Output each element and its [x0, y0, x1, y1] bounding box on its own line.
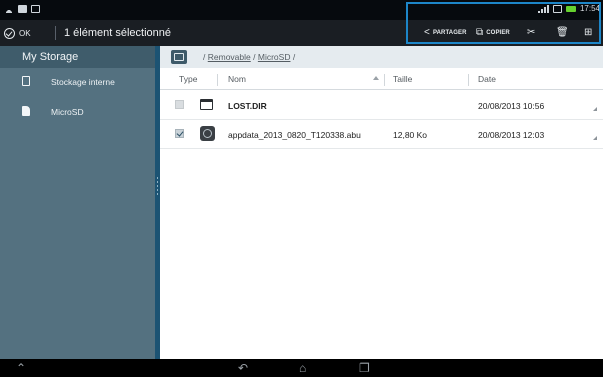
share-button[interactable]: < PARTAGER: [424, 27, 467, 38]
row-checkbox[interactable]: [175, 129, 184, 138]
contextual-actions: < PARTAGER ⧉ COPIER ✂ 🗑 ⊞: [406, 2, 601, 44]
copy-button[interactable]: ⧉ COPIER: [476, 27, 510, 38]
file-date: 20/08/2013 12:03: [478, 130, 545, 140]
action-bar-divider: [55, 26, 56, 40]
sdcard-icon: [22, 106, 30, 116]
breadcrumb-path: / Removable / MicroSD /: [203, 52, 295, 62]
row-menu-corner-icon[interactable]: [593, 136, 597, 140]
home-button[interactable]: ⌂: [299, 362, 306, 374]
table-row[interactable]: LOST.DIR 20/08/2013 10:56: [160, 91, 603, 119]
breadcrumb: / Removable / MicroSD /: [160, 46, 603, 68]
column-name[interactable]: Nom: [228, 74, 246, 84]
ok-label: OK: [19, 28, 31, 38]
path-sep: /: [203, 52, 206, 62]
copy-icon: ⧉: [476, 27, 484, 38]
sidebar: My Storage Stockage interne MicroSD: [0, 46, 157, 359]
row-menu-corner-icon[interactable]: [593, 107, 597, 111]
ok-button[interactable]: OK: [4, 24, 31, 42]
storage-switch-icon[interactable]: [171, 50, 187, 64]
sidebar-item-label: MicroSD: [51, 107, 84, 117]
column-divider: [468, 74, 469, 86]
status-left-icons: [4, 5, 40, 13]
sidebar-title: My Storage: [0, 46, 155, 68]
back-button[interactable]: ↶: [238, 362, 248, 374]
collapse-button[interactable]: ⌃: [16, 362, 26, 374]
copy-label: COPIER: [486, 29, 510, 36]
scissors-icon: ✂: [527, 27, 536, 38]
selection-title: 1 élément sélectionné: [64, 27, 172, 39]
delete-button[interactable]: 🗑: [556, 27, 569, 38]
column-type[interactable]: Type: [179, 74, 197, 84]
share-label: PARTAGER: [432, 29, 467, 36]
phone-storage-icon: [22, 76, 30, 86]
column-date[interactable]: Date: [478, 74, 496, 84]
check-circle-icon: [4, 27, 15, 39]
sim-icon: [18, 5, 27, 13]
column-size[interactable]: Taille: [393, 74, 412, 84]
cut-button[interactable]: ✂: [527, 27, 535, 38]
select-all-button[interactable]: ⊞: [584, 27, 592, 38]
collapse-icon: ⌃: [16, 361, 27, 375]
file-size: 12,80 Ko: [393, 130, 428, 140]
home-icon: ⌂: [299, 361, 307, 375]
sidebar-item-microsd[interactable]: MicroSD: [0, 102, 155, 122]
backup-file-icon: [200, 126, 215, 141]
select-all-icon: ⊞: [584, 27, 593, 38]
back-icon: ↶: [238, 361, 249, 375]
column-divider: [384, 74, 385, 86]
share-icon: <: [424, 27, 430, 38]
recent-apps-icon: ❐: [359, 361, 370, 375]
sidebar-item-label: Stockage interne: [51, 77, 115, 87]
table-header: Type Nom Taille Date: [160, 68, 603, 90]
trash-icon: 🗑: [556, 27, 569, 38]
file-name: appdata_2013_0820_T120338.abu: [228, 130, 361, 140]
sidebar-item-internal-storage[interactable]: Stockage interne: [0, 72, 155, 92]
path-sep: /: [253, 52, 256, 62]
screenshot-icon: [31, 5, 40, 13]
row-divider: [160, 148, 603, 149]
row-checkbox[interactable]: [175, 100, 184, 109]
navigation-bar: ⌃ ↶ ⌂ ❐: [0, 359, 603, 377]
sort-ascending-icon: [373, 76, 379, 80]
file-name: LOST.DIR: [228, 101, 267, 111]
wifi-icon: [4, 5, 14, 13]
column-divider: [217, 74, 218, 86]
file-date: 20/08/2013 10:56: [478, 101, 545, 111]
breadcrumb-removable[interactable]: Removable: [208, 52, 251, 62]
recent-apps-button[interactable]: ❐: [359, 362, 370, 374]
file-list-pane: / Removable / MicroSD / Type Nom Taille …: [160, 46, 603, 359]
path-sep: /: [292, 52, 296, 62]
table-row[interactable]: appdata_2013_0820_T120338.abu 12,80 Ko 2…: [160, 120, 603, 148]
breadcrumb-microsd[interactable]: MicroSD: [258, 52, 291, 62]
folder-icon: [200, 99, 213, 110]
